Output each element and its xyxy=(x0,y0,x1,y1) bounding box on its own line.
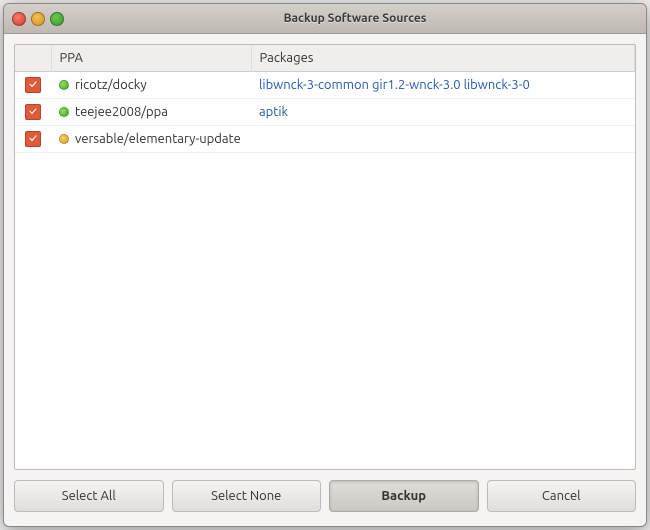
row-checkbox[interactable] xyxy=(25,131,41,147)
titlebar: Backup Software Sources xyxy=(4,4,646,34)
select-all-button[interactable]: Select All xyxy=(14,480,164,512)
row-checkbox[interactable] xyxy=(25,77,41,93)
sources-table: PPA Packages ricotz/docky libwnck-3-commo… xyxy=(15,45,635,153)
ppa-cell: ricotz/docky xyxy=(51,72,251,99)
col-header-checkbox xyxy=(15,45,51,72)
checkbox-cell xyxy=(15,126,51,153)
status-dot-yellow xyxy=(59,134,69,144)
packages-cell xyxy=(251,126,635,153)
row-checkbox[interactable] xyxy=(25,104,41,120)
close-button[interactable] xyxy=(12,12,26,26)
col-header-ppa: PPA xyxy=(51,45,251,72)
ppa-cell: teejee2008/ppa xyxy=(51,99,251,126)
status-dot-green xyxy=(59,80,69,90)
content-area: PPA Packages ricotz/docky libwnck-3-commo… xyxy=(4,34,646,526)
maximize-button[interactable] xyxy=(50,12,64,26)
ppa-name: versable/elementary-update xyxy=(75,132,241,146)
status-dot-green xyxy=(59,107,69,117)
footer: Select All Select None Backup Cancel xyxy=(14,470,636,516)
backup-button[interactable]: Backup xyxy=(329,480,479,512)
col-header-packages: Packages xyxy=(251,45,635,72)
packages-cell: libwnck-3-common gir1.2-wnck-3.0 libwnck… xyxy=(251,72,635,99)
cancel-button[interactable]: Cancel xyxy=(487,480,637,512)
table-row: ricotz/docky libwnck-3-common gir1.2-wnck… xyxy=(15,72,635,99)
sources-table-container: PPA Packages ricotz/docky libwnck-3-commo… xyxy=(14,44,636,470)
select-none-button[interactable]: Select None xyxy=(172,480,322,512)
checkbox-cell xyxy=(15,72,51,99)
window-title: Backup Software Sources xyxy=(72,12,638,25)
window-controls xyxy=(12,12,64,26)
ppa-name: teejee2008/ppa xyxy=(75,105,168,119)
table-row: versable/elementary-update xyxy=(15,126,635,153)
table-row: teejee2008/ppa aptik xyxy=(15,99,635,126)
main-window: Backup Software Sources PPA Packages ric… xyxy=(3,3,647,527)
table-header-row: PPA Packages xyxy=(15,45,635,72)
ppa-cell: versable/elementary-update xyxy=(51,126,251,153)
checkbox-cell xyxy=(15,99,51,126)
packages-cell: aptik xyxy=(251,99,635,126)
ppa-name: ricotz/docky xyxy=(75,78,147,92)
minimize-button[interactable] xyxy=(31,12,45,26)
